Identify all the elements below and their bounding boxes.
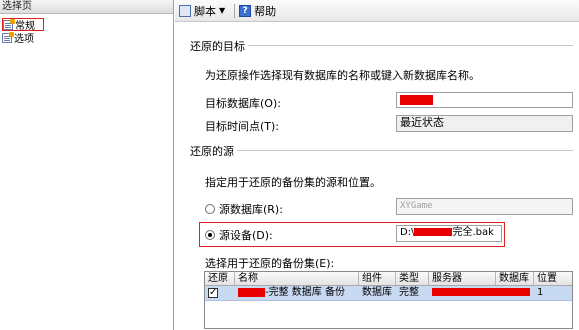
target-time-label: 目标时间点(T):	[205, 120, 280, 133]
grid-header: 还原 名称 组件 类型 服务器 数据库 位置	[205, 272, 572, 286]
select-page-panel: 选择页 常规 选项	[0, 0, 174, 330]
nav-item-label: 选项	[14, 34, 34, 45]
select-page-header: 选择页	[0, 0, 173, 14]
toolbar: 脚本 ▼ ? 帮助	[175, 0, 579, 22]
redacted-value	[400, 95, 433, 105]
column-header[interactable]: 还原	[205, 272, 235, 285]
redacted-value	[432, 288, 530, 296]
position-cell: 1	[537, 287, 544, 298]
source-db-select[interactable]: XYGame	[396, 198, 573, 215]
section-divider	[248, 45, 573, 46]
chevron-down-icon[interactable]: ▼	[219, 6, 225, 15]
restore-source-description: 指定用于还原的备份集的源和位置。	[205, 176, 381, 189]
column-header[interactable]: 数据库	[496, 272, 534, 285]
type-cell: 完整	[399, 287, 419, 298]
backup-sets-grid[interactable]: 还原 名称 组件 类型 服务器 数据库 位置 -完整 数据库 备份 数据库 完整…	[204, 271, 573, 329]
redacted-value	[238, 287, 265, 297]
backup-sets-label: 选择用于还原的备份集(E):	[205, 257, 335, 270]
help-icon: ?	[239, 4, 252, 17]
restore-target-title: 还原的目标	[190, 40, 245, 53]
source-device-radio[interactable]	[205, 230, 215, 240]
source-device-input[interactable]: D:\ 完全.bak	[396, 225, 502, 242]
column-header[interactable]: 服务器	[429, 272, 496, 285]
column-header[interactable]: 类型	[396, 272, 429, 285]
target-db-label: 目标数据库(O):	[205, 97, 281, 110]
column-header[interactable]: 组件	[359, 272, 396, 285]
script-icon	[179, 4, 191, 17]
restore-source-title: 还原的源	[190, 145, 234, 158]
target-db-input[interactable]	[396, 92, 573, 108]
restore-cell	[205, 286, 235, 300]
redacted-value	[414, 228, 453, 236]
component-cell: 数据库	[362, 287, 392, 298]
restore-checkbox[interactable]	[208, 286, 218, 300]
page-icon	[2, 31, 14, 43]
page-icon	[3, 18, 15, 30]
column-header[interactable]: 名称	[235, 272, 359, 285]
name-cell: -完整 数据库 备份	[235, 286, 359, 300]
table-row[interactable]: -完整 数据库 备份 数据库 完整 1	[205, 286, 572, 301]
target-time-field[interactable]: 最近状态	[396, 115, 573, 132]
source-db-label: 源数据库(R):	[219, 203, 283, 216]
column-header[interactable]: 位置	[534, 272, 572, 285]
restore-target-description: 为还原操作选择现有数据库的名称或键入新数据库名称。	[205, 69, 480, 82]
server-database-cell	[429, 286, 534, 300]
script-label: 脚本	[194, 4, 216, 18]
source-db-radio[interactable]	[205, 204, 215, 214]
section-divider	[237, 150, 573, 151]
nav-item-options[interactable]: 选项	[2, 31, 34, 45]
script-button[interactable]: 脚本 ▼	[179, 3, 228, 19]
help-button[interactable]: ? 帮助	[239, 3, 276, 19]
source-device-label: 源设备(D):	[219, 229, 273, 242]
toolbar-separator	[234, 3, 236, 18]
help-label: 帮助	[254, 4, 277, 18]
